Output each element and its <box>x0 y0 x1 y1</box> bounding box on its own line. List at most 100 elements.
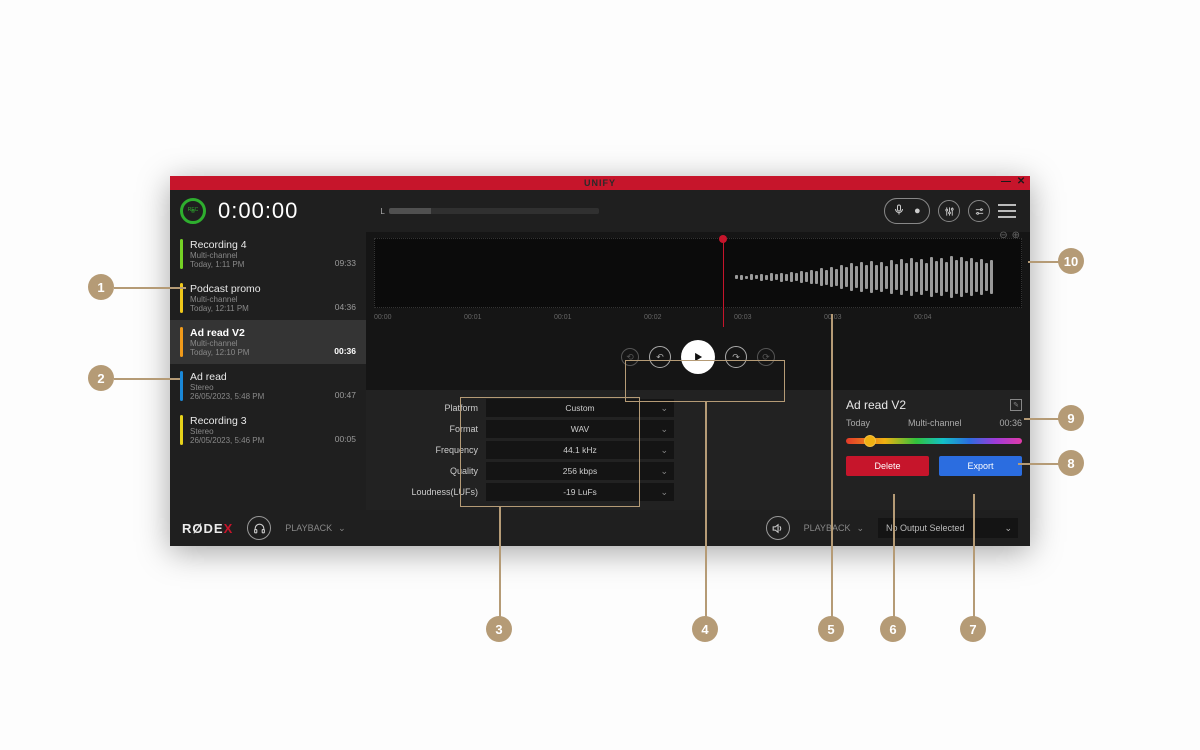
color-picker[interactable] <box>846 438 1022 444</box>
rec-title: Ad read V2 <box>190 327 249 339</box>
rec-date: 26/05/2023, 5:46 PM <box>190 436 264 445</box>
lead-3 <box>499 507 501 617</box>
skip-end-icon[interactable]: ⟳ <box>757 348 775 366</box>
minimize-icon[interactable]: — <box>1002 177 1011 186</box>
mic-icon <box>893 204 905 219</box>
waveform-track[interactable] <box>374 238 1022 308</box>
chevron-down-icon: ⌄ <box>660 403 668 414</box>
play-button[interactable] <box>681 340 715 374</box>
chevron-down-icon: ⌄ <box>338 523 346 534</box>
rename-icon[interactable]: ✎ <box>1010 399 1022 411</box>
tick: 00:04 <box>914 314 1004 330</box>
forward-icon[interactable]: ↷ <box>725 346 747 368</box>
export-settings: Platform Custom⌄ Format WAV⌄ Frequency 4… <box>394 398 674 502</box>
list-item[interactable]: Podcast promo Multi-channel Today, 12:11… <box>170 276 366 320</box>
rec-date: 26/05/2023, 5:48 PM <box>190 392 264 401</box>
rec-sub: Multi-channel <box>190 251 247 260</box>
rec-title: Ad read <box>190 371 264 383</box>
level-label: L <box>380 207 384 216</box>
level-meter: L <box>380 207 740 216</box>
tick: 00:03 <box>824 314 914 330</box>
lead-1 <box>114 287 186 289</box>
rewind-icon[interactable]: ↶ <box>649 346 671 368</box>
level-bar <box>389 208 599 214</box>
timer: 0:00:00 <box>218 198 298 224</box>
list-item[interactable]: Recording 4 Multi-channel Today, 1:11 PM… <box>170 232 366 276</box>
app-header: REC 0:00:00 L ● <box>170 190 1030 232</box>
rec-dur: 04:36 <box>335 302 356 312</box>
transport-controls: ⟲ ↶ ↷ ⟳ <box>621 340 775 374</box>
callout-8: 8 <box>1058 450 1084 476</box>
callout-1: 1 <box>88 274 114 300</box>
waveform-area: 00:00 00:01 00:01 00:02 00:03 00:03 00:0… <box>366 232 1030 390</box>
tick: 00:01 <box>464 314 554 330</box>
skip-start-icon[interactable]: ⟲ <box>621 348 639 366</box>
callout-9: 9 <box>1058 405 1084 431</box>
lead-7 <box>973 494 975 617</box>
file-name-row: Ad read V2 ✎ <box>846 398 1022 412</box>
header-icons: ● <box>884 198 1016 224</box>
app-title: UNIFY <box>584 178 616 188</box>
delete-button[interactable]: Delete <box>846 456 929 476</box>
lead-9 <box>1024 418 1060 420</box>
callout-3: 3 <box>486 616 512 642</box>
color-tag <box>180 371 183 401</box>
rec-title: Recording 4 <box>190 239 247 251</box>
file-dur: 00:36 <box>999 418 1022 428</box>
chevron-down-icon: ⌄ <box>1004 523 1012 534</box>
waveform <box>735 253 1015 301</box>
chevron-down-icon: ⌄ <box>660 466 668 477</box>
format-dropdown[interactable]: WAV⌄ <box>486 420 674 438</box>
platform-label: Platform <box>394 403 478 413</box>
list-item-selected[interactable]: Ad read V2 Multi-channel Today, 12:10 PM… <box>170 320 366 364</box>
titlebar: UNIFY — ✕ <box>170 176 1030 190</box>
chevron-down-icon: ⌄ <box>856 523 864 534</box>
headphones-icon[interactable] <box>247 516 271 540</box>
chevron-down-icon: ⌄ <box>660 445 668 456</box>
rec-title: Recording 3 <box>190 415 264 427</box>
settings-icon[interactable] <box>968 200 990 222</box>
quality-dropdown[interactable]: 256 kbps⌄ <box>486 462 674 480</box>
quality-label: Quality <box>394 466 478 476</box>
frequency-dropdown[interactable]: 44.1 kHz⌄ <box>486 441 674 459</box>
zoom-in-icon[interactable]: ⊕ <box>1012 230 1020 241</box>
speaker-icon[interactable] <box>766 516 790 540</box>
output-dropdown[interactable]: No Output Selected⌄ <box>878 518 1018 538</box>
lead-4 <box>705 402 707 617</box>
callout-6: 6 <box>880 616 906 642</box>
lead-2 <box>114 378 180 380</box>
zoom-out-icon[interactable]: ⊖ <box>999 230 1007 241</box>
export-button[interactable]: Export <box>939 456 1022 476</box>
lead-5 <box>831 314 833 617</box>
platform-dropdown[interactable]: Custom⌄ <box>486 399 674 417</box>
playback-select-right[interactable]: PLAYBACK⌄ <box>804 523 864 534</box>
file-meta: Today Multi-channel 00:36 <box>846 418 1022 428</box>
rec-dur: 00:36 <box>334 346 356 356</box>
app-body: Recording 4 Multi-channel Today, 1:11 PM… <box>170 232 1030 510</box>
close-icon[interactable]: ✕ <box>1017 177 1026 186</box>
callout-2: 2 <box>88 365 114 391</box>
chevron-down-icon: ⌄ <box>660 424 668 435</box>
mic-toggle-pill[interactable]: ● <box>884 198 930 224</box>
rec-dur: 00:47 <box>335 390 356 400</box>
playback-select-left[interactable]: PLAYBACK⌄ <box>285 523 345 534</box>
app-window: UNIFY — ✕ REC 0:00:00 L ● <box>170 176 1030 546</box>
rec-dur: 00:05 <box>335 434 356 444</box>
zoom-controls: ⊖ ⊕ <box>999 230 1020 241</box>
tick: 00:00 <box>374 314 464 330</box>
list-item[interactable]: Ad read Stereo 26/05/2023, 5:48 PM 00:47 <box>170 364 366 408</box>
callout-5: 5 <box>818 616 844 642</box>
record-button[interactable]: REC <box>180 198 206 224</box>
loudness-label: Loudness(LUFs) <box>394 487 478 497</box>
chevron-down-icon: ⌄ <box>660 487 668 498</box>
menu-icon[interactable] <box>998 204 1016 218</box>
rec-sub: Multi-channel <box>190 295 261 304</box>
rec-sub: Stereo <box>190 427 264 436</box>
loudness-dropdown[interactable]: -19 LuFs⌄ <box>486 483 674 501</box>
list-item[interactable]: Recording 3 Stereo 26/05/2023, 5:46 PM 0… <box>170 408 366 452</box>
app-footer: RØDEX PLAYBACK⌄ PLAYBACK⌄ No Output Sele… <box>170 510 1030 546</box>
lead-10 <box>1028 261 1060 263</box>
rec-dur: 09:33 <box>335 258 356 268</box>
sliders-icon[interactable] <box>938 200 960 222</box>
callout-4: 4 <box>692 616 718 642</box>
